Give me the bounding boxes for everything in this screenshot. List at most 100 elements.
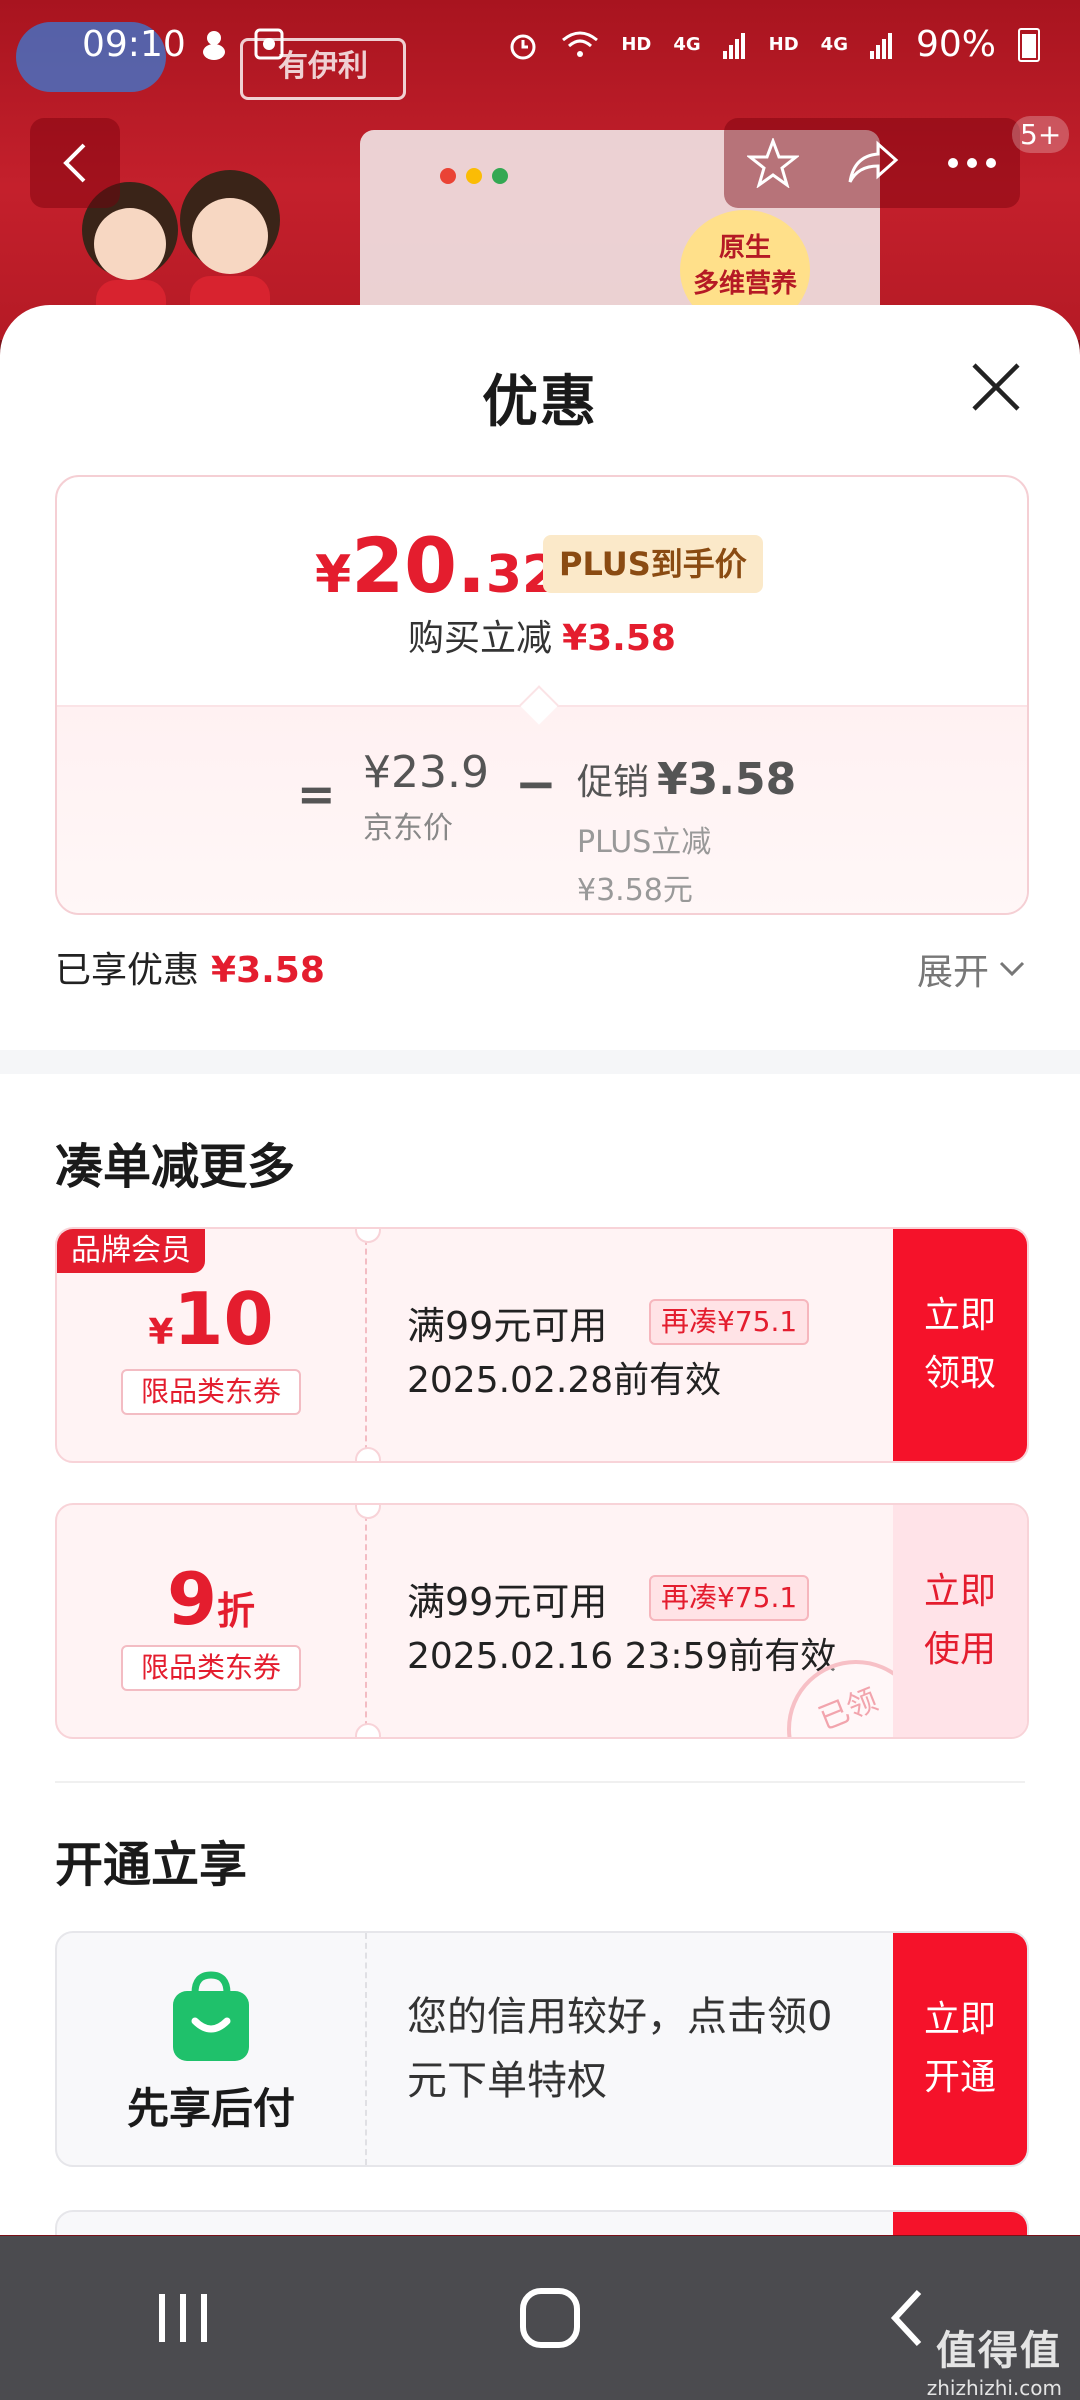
chevron-left-icon — [63, 143, 86, 183]
pay-later-name: 先享后付 — [126, 2084, 295, 2133]
coupon-validity: 2025.02.28前有效 — [407, 1360, 722, 1401]
coupon-extra-tag: 再凑¥75.1 — [649, 1575, 810, 1621]
discount-sheet: 优惠 ¥20.32 PLUS到手价 购买立减 ¥3.58 = ¥23.9 京东价 … — [0, 305, 1080, 2235]
network-label-2: 4G — [820, 34, 848, 55]
button-line-1: 立即 — [923, 1999, 996, 2040]
app-notification-icon — [203, 31, 225, 60]
plus-reduce-amount: ¥3.58元 — [577, 873, 693, 908]
recents-icon[interactable] — [153, 2290, 213, 2346]
star-icon[interactable] — [747, 138, 800, 188]
coupon-validity: 2025.02.16 23:59前有效 — [407, 1636, 837, 1677]
hd-label-2: HD — [768, 34, 799, 55]
section-divider — [0, 1050, 1080, 1074]
coupon-condition: 满99元可用 — [407, 1304, 608, 1348]
plus-reduce-label: PLUS立减 — [577, 825, 712, 860]
coupon-notch — [355, 1447, 381, 1461]
button-line-2: 使用 — [923, 1629, 996, 1670]
final-price: ¥20.32 — [315, 521, 558, 610]
coupon-type: 限品类东券 — [121, 1369, 301, 1415]
card-separator — [365, 1933, 367, 2165]
coupon-condition: 满99元可用 — [407, 1580, 608, 1624]
media-notification-icon — [254, 28, 284, 60]
clock: 09:10 — [82, 24, 186, 65]
wifi-icon — [562, 31, 599, 57]
next-offer-button[interactable] — [893, 2212, 1027, 2235]
price-breakdown: = ¥23.9 京东价 − 促销 ¥3.58 PLUS立减 ¥3.58元 — [57, 705, 1027, 913]
hd-label-1: HD — [621, 34, 652, 55]
activate-button[interactable]: 立即 开通 — [893, 1933, 1027, 2165]
button-line-1: 立即 — [923, 1295, 996, 1336]
buy-reduce-amount: ¥3.58 — [562, 618, 676, 659]
notification-icons — [200, 28, 284, 60]
coupon-type: 限品类东券 — [121, 1645, 301, 1691]
window-dots — [440, 168, 508, 184]
coupon-value-area: 品牌会员 ¥10 限品类东券 — [57, 1229, 365, 1461]
badge-line-2: 多维营养 — [692, 269, 797, 299]
pay-later-card[interactable]: 先享后付 您的信用较好，点击领0元下单特权 立即 开通 — [55, 1931, 1029, 2167]
message-count-badge: 5+ — [1012, 116, 1070, 153]
promo-line: 促销 ¥3.58 — [577, 753, 796, 805]
coupon-value: 10 — [173, 1277, 274, 1361]
coupon-unit: 折 — [217, 1589, 256, 1633]
section-title-open: 开通立享 — [55, 1837, 248, 1893]
system-icons: HD 4G HD 4G 90% — [507, 24, 1040, 65]
coupon-card[interactable]: 品牌会员 ¥10 限品类东券 满99元可用 再凑¥75.1 2025.02.28… — [55, 1227, 1029, 1463]
expand-label: 展开 — [916, 952, 989, 993]
back-icon[interactable] — [887, 2288, 927, 2348]
watermark: 值得值 zhizhizhi.com — [927, 2318, 1062, 2400]
shopping-bag-smile-icon — [57, 1969, 365, 2063]
battery-icon — [1018, 27, 1040, 62]
buy-reduce-label: 购买立减 — [408, 618, 553, 659]
signal-icon — [722, 32, 745, 59]
button-line-1: 立即 — [923, 1571, 996, 1612]
coupon-notch — [355, 1723, 381, 1737]
status-bar: 09:10 HD 4G HD 4G 90% — [0, 0, 1080, 96]
coupon-amount: ¥10 — [57, 1277, 365, 1361]
chevron-down-icon — [999, 961, 1025, 977]
price-summary-card: ¥20.32 PLUS到手价 购买立减 ¥3.58 = ¥23.9 京东价 − 促… — [55, 475, 1029, 915]
close-icon[interactable] — [968, 359, 1024, 415]
enjoyed-label: 已享优惠 — [55, 950, 200, 991]
sheet-title: 优惠 — [482, 370, 598, 435]
badge-line-1: 原生 — [718, 233, 771, 263]
top-actions — [724, 118, 1020, 208]
claim-coupon-button[interactable]: 立即 领取 — [893, 1229, 1027, 1461]
price-integer: 20. — [351, 521, 486, 610]
coupon-separator — [365, 1229, 367, 1461]
use-coupon-button[interactable]: 立即 使用 — [893, 1505, 1027, 1737]
pay-later-brand: 先享后付 — [57, 1933, 365, 2165]
brand-member-tag: 品牌会员 — [57, 1229, 205, 1273]
watermark-logo: 值得值 — [936, 2328, 1062, 2374]
button-line-2: 开通 — [923, 2057, 996, 2098]
expand-button[interactable]: 展开 — [917, 943, 1025, 995]
coupon-value-area: 9折 限品类东券 — [57, 1505, 365, 1737]
next-offer-card[interactable] — [55, 2210, 1029, 2235]
jd-price-label: 京东价 — [363, 811, 453, 846]
back-button[interactable] — [30, 118, 120, 208]
coupon-amount: 9折 — [57, 1557, 365, 1641]
coupon-card[interactable]: 9折 限品类东券 满99元可用 再凑¥75.1 2025.02.16 23:59… — [55, 1503, 1029, 1739]
system-nav-bar — [0, 2236, 1080, 2400]
button-line-2: 领取 — [923, 1353, 996, 1394]
pay-later-description: 您的信用较好，点击领0元下单特权 — [407, 1994, 833, 2104]
watermark-url: zhizhizhi.com — [926, 2376, 1062, 2400]
currency-symbol: ¥ — [315, 545, 352, 605]
buy-reduce-line: 购买立减 ¥3.58 — [57, 609, 1027, 661]
alarm-icon — [510, 34, 536, 59]
jd-price: ¥23.9 — [363, 747, 489, 798]
share-icon[interactable] — [846, 140, 900, 186]
minus-sign: − — [515, 755, 557, 813]
enjoyed-discount: 已享优惠 ¥3.58 — [55, 941, 325, 993]
coupon-value: 9 — [166, 1557, 218, 1641]
enjoyed-amount: ¥3.58 — [211, 950, 325, 991]
plus-price-tag: PLUS到手价 — [543, 535, 763, 593]
section-divider — [55, 1781, 1025, 1783]
more-dots-icon[interactable] — [947, 157, 997, 169]
section-title-more: 凑单减更多 — [55, 1139, 296, 1195]
coupon-extra-tag: 再凑¥75.1 — [649, 1299, 810, 1345]
battery-percent: 90% — [915, 24, 996, 65]
equals-sign: = — [297, 767, 336, 821]
home-icon[interactable] — [519, 2287, 581, 2349]
coupon-currency: ¥ — [148, 1312, 174, 1353]
signal-icon-2 — [869, 32, 892, 59]
